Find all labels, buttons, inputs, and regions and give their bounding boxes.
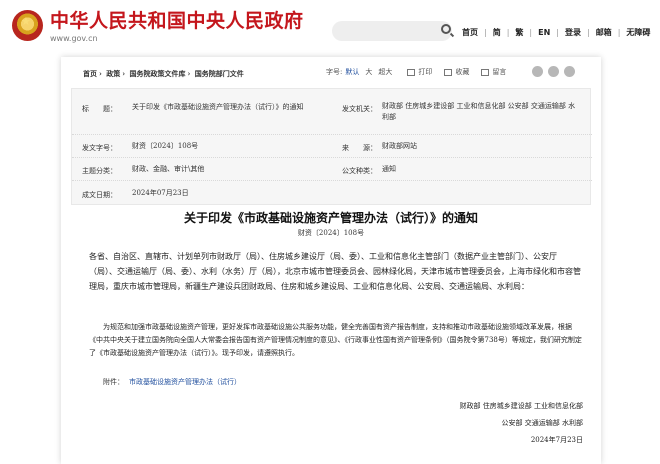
page-tools: 字号: 默认 大 超大 打印 收藏 留言 <box>326 67 506 77</box>
attachment-link[interactable]: 市政基础设施资产管理办法（试行） <box>129 378 241 386</box>
meta-topic-value: 财政、金融、审计\其他 <box>132 165 205 173</box>
nav-home[interactable]: 首页 <box>462 27 478 38</box>
favorite-button[interactable]: 收藏 <box>444 67 469 77</box>
meta-docno-key: 发文字号： <box>82 144 117 152</box>
meta-docno-value: 财资〔2024〕108号 <box>132 142 199 150</box>
meta-issuer-value: 财政部 住房城乡建设部 工业和信息化部 公安部 交通运输部 水利部 <box>382 102 576 121</box>
document-number: 财资〔2024〕108号 <box>297 229 365 237</box>
favorite-icon <box>444 68 453 76</box>
nav-traditional[interactable]: 繁 <box>515 27 523 38</box>
document-card: 首页 › 政策 › 国务院政策文件库 › 国务院部门文件 字号: 默认 大 超大 打印… <box>61 57 601 464</box>
document-metadata: 标 题： 关于印发《市政基础设施资产管理办法（试行）》的通知 发文机关： 财政部… <box>71 88 592 205</box>
meta-source-value: 财政部网站 <box>382 142 417 150</box>
search-icon[interactable] <box>441 24 451 34</box>
nav-accessibility[interactable]: 无障碍 <box>626 27 650 38</box>
site-url: www.gov.cn <box>50 34 98 43</box>
signature-date: 2024年7月23日 <box>530 436 583 444</box>
site-title[interactable]: 中华人民共和国中央人民政府 <box>50 10 304 32</box>
breadcrumb-department-docs[interactable]: 国务院部门文件 <box>195 69 244 78</box>
font-size-label: 字号: <box>326 68 343 76</box>
attachment-label: 附件： <box>103 378 124 386</box>
share-group <box>527 66 575 77</box>
attachment: 附件： 市政基础设施资产管理办法（试行） <box>103 377 241 387</box>
meta-source-key: 来 源： <box>342 144 377 152</box>
meta-date-key: 成文日期： <box>82 191 117 199</box>
meta-type-key: 公文种类： <box>342 167 377 175</box>
meta-title-value: 关于印发《市政基础设施资产管理办法（试行）》的通知 <box>132 103 304 111</box>
signature-line-1: 财政部 住房城乡建设部 工业和信息化部 <box>459 402 583 410</box>
font-size-large[interactable]: 大 <box>365 67 372 77</box>
top-nav: 首页 | 简 | 繁 | EN | 登录 | 邮箱 | 无障碍 <box>462 27 651 38</box>
nav-simplified[interactable]: 简 <box>493 27 501 38</box>
document-addressees: 各省、自治区、直辖市、计划单列市财政厅（局）、住房城乡建设厅（局、委）、工业和信… <box>89 252 581 291</box>
breadcrumb-policy[interactable]: 政策 <box>106 69 120 78</box>
qzone-share-icon[interactable] <box>564 66 575 77</box>
meta-title-key: 标 题： <box>82 105 117 113</box>
print-button[interactable]: 打印 <box>407 67 432 77</box>
signature-line-2: 公安部 交通运输部 水利部 <box>501 419 583 427</box>
weibo-share-icon[interactable] <box>548 66 559 77</box>
meta-issuer-key: 发文机关： <box>342 105 377 113</box>
national-emblem-icon[interactable]: ★ <box>12 10 43 41</box>
document-body: 为规范和加强市政基础设施资产管理，更好发挥市政基础设施公共服务功能，健全完善国有… <box>89 323 582 357</box>
breadcrumb-home[interactable]: 首页 <box>83 69 97 78</box>
font-size-xlarge[interactable]: 超大 <box>378 67 392 77</box>
meta-topic-key: 主题分类： <box>82 167 117 175</box>
print-icon <box>407 68 416 76</box>
search-input[interactable] <box>332 21 452 41</box>
nav-english[interactable]: EN <box>538 28 550 37</box>
breadcrumb-policy-library[interactable]: 国务院政策文件库 <box>130 69 186 78</box>
nav-mailbox[interactable]: 邮箱 <box>596 27 612 38</box>
font-size-default[interactable]: 默认 <box>345 67 359 77</box>
wechat-share-icon[interactable] <box>532 66 543 77</box>
document-title: 关于印发《市政基础设施资产管理办法（试行）》的通知 <box>183 211 478 225</box>
keep-button[interactable]: 留言 <box>481 67 506 77</box>
meta-date-value: 2024年07月23日 <box>132 189 189 197</box>
meta-type-value: 通知 <box>382 165 396 173</box>
breadcrumb: 首页 › 政策 › 国务院政策文件库 › 国务院部门文件 <box>83 69 244 78</box>
site-header: ★ 中华人民共和国中央人民政府 www.gov.cn 首页 | 简 | 繁 | EN |… <box>0 0 660 57</box>
nav-login[interactable]: 登录 <box>565 27 581 38</box>
keep-icon <box>481 68 490 76</box>
